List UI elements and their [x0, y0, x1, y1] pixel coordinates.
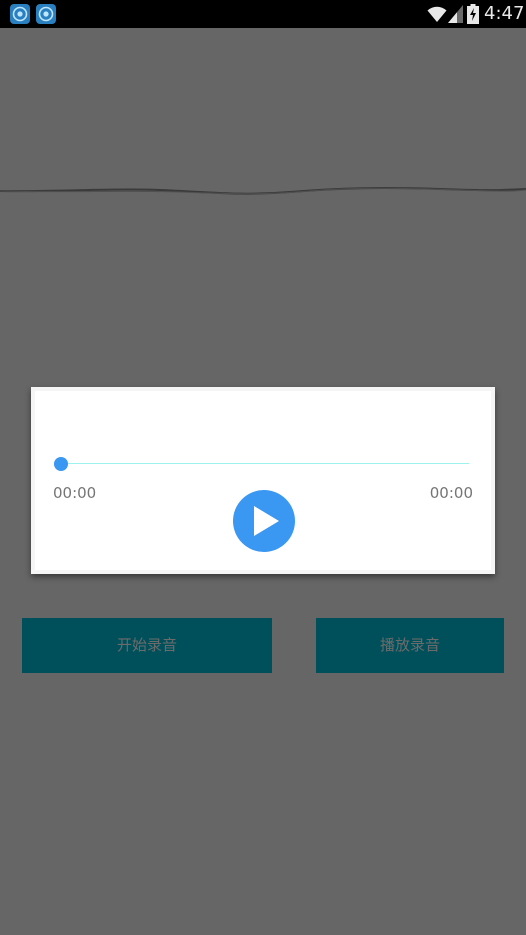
- current-time: 00:00: [53, 484, 97, 502]
- wifi-icon: [427, 6, 447, 22]
- seek-thumb[interactable]: [54, 457, 68, 471]
- play-icon: [254, 506, 279, 536]
- status-time: 4:47: [484, 3, 525, 24]
- app-notification-icon: [36, 4, 56, 24]
- seek-bar[interactable]: [54, 455, 469, 473]
- player-dialog: 00:00 00:00: [31, 387, 495, 574]
- seek-track: [57, 463, 469, 464]
- status-bar: 4:47: [0, 0, 526, 28]
- total-time: 00:00: [429, 484, 473, 502]
- waveform-line: [0, 187, 526, 195]
- start-recording-button[interactable]: 开始录音: [22, 618, 272, 673]
- battery-charging-icon: [467, 4, 479, 24]
- play-button[interactable]: [233, 490, 295, 552]
- signal-icon: [448, 5, 463, 23]
- app-notification-icon: [10, 4, 30, 24]
- play-recording-button[interactable]: 播放录音: [316, 618, 504, 673]
